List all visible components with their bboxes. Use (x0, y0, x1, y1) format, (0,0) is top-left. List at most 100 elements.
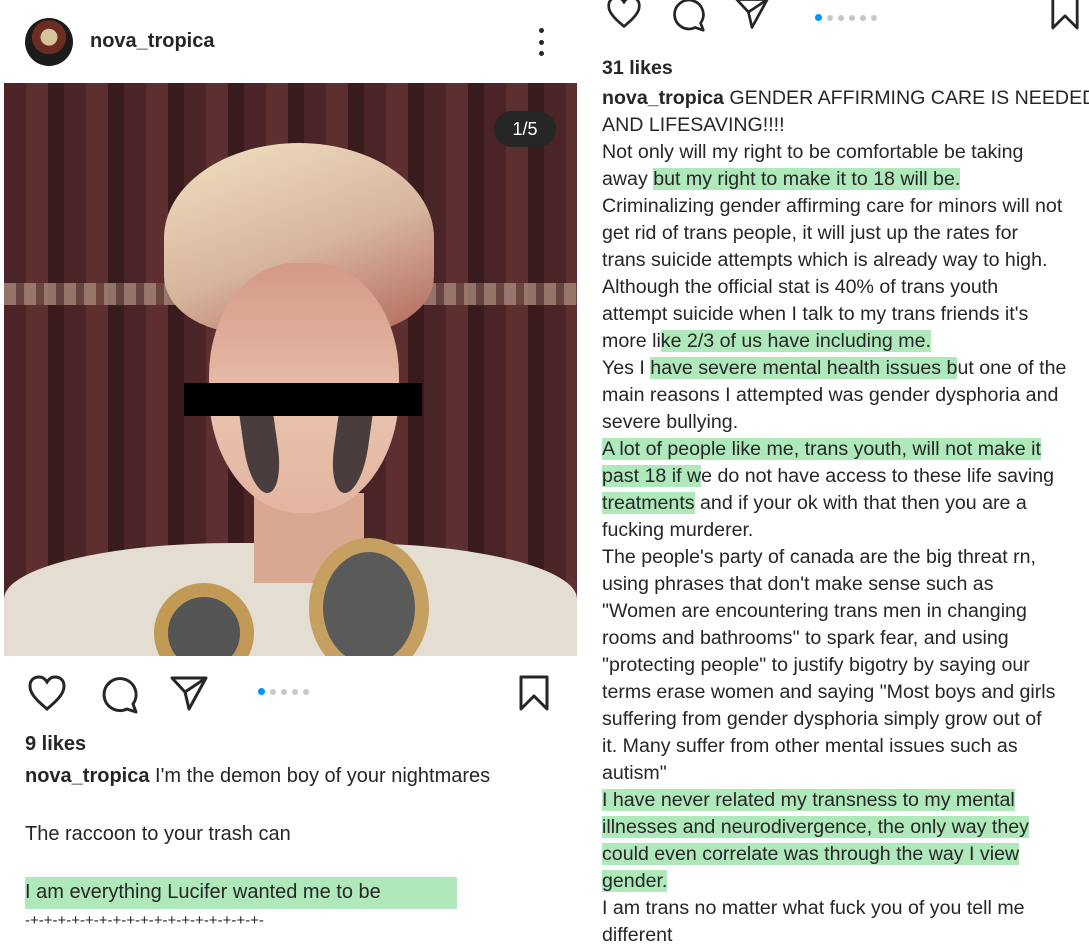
caption-line: away but my right to make it to 18 will … (602, 166, 1084, 193)
share-icon[interactable] (169, 674, 209, 712)
caption-text: it. Many suffer from other mental issues… (602, 735, 1018, 757)
caption-text: AND LIFESAVING!!!! (602, 114, 785, 136)
caption-line: terms erase women and saying "Most boys … (602, 679, 1084, 706)
caption-line: Criminalizing gender affirming care for … (602, 193, 1084, 220)
carousel-dot (827, 14, 833, 21)
caption-text: Not only will my right to be comfortable… (602, 141, 1024, 163)
caption-text: main reasons I attempted was gender dysp… (602, 384, 1059, 406)
comment-icon[interactable] (99, 674, 139, 714)
caption-text: using phrases that don't make sense such… (602, 573, 994, 595)
caption-line: A lot of people like me, trans youth, wi… (602, 436, 1084, 463)
share-icon[interactable] (734, 0, 770, 32)
bookmark-icon[interactable] (518, 674, 550, 712)
caption-line: Not only will my right to be comfortable… (602, 139, 1084, 166)
caption-text: suffering from gender dysphoria simply g… (602, 708, 1042, 730)
highlighted-text: A lot of people like me, trans youth, wi… (602, 438, 1041, 460)
comment-icon[interactable] (670, 0, 706, 34)
caption-line: AND LIFESAVING!!!! (602, 112, 1084, 139)
carousel-dot (871, 14, 877, 21)
heart-icon[interactable] (606, 0, 642, 30)
caption-line: nova_tropica GENDER AFFIRMING CARE IS NE… (602, 85, 1089, 112)
heart-icon[interactable] (27, 674, 67, 712)
caption-text: away (602, 168, 654, 190)
caption-text: Although the official stat is 40% of tra… (602, 276, 999, 298)
caption-text: trans suicide attempts which is already … (602, 249, 1048, 271)
carousel-dot (849, 14, 855, 21)
caption-text: Criminalizing gender affirming care for … (602, 195, 1063, 217)
caption-text: terms erase women and saying "Most boys … (602, 681, 1056, 703)
carousel-dot (281, 688, 287, 695)
caption-text: more li (602, 330, 661, 352)
highlighted-text: I have never related my transness to my … (602, 789, 1015, 811)
caption-text: "Women are encountering trans men in cha… (602, 600, 1027, 622)
highlighted-text: but my right to make it to 18 will be. (653, 168, 961, 190)
caption-text: The people's party of canada are the big… (602, 546, 1036, 568)
caption-username[interactable]: nova_tropica (25, 765, 149, 787)
caption-line: gender. (602, 868, 1084, 895)
highlighted-text: I am everything Lucifer wanted me to be (25, 877, 457, 909)
caption-line: Although the official stat is 40% of tra… (602, 274, 1084, 301)
caption-text: ut one of the (957, 357, 1067, 379)
carousel-dot (815, 14, 822, 21)
caption-text: autism" (602, 762, 667, 784)
highlighted-text: gender. (602, 870, 668, 892)
caption-text: severe bullying. (602, 411, 739, 433)
caption-line: could even correlate was through the way… (602, 841, 1084, 868)
carousel-dot (258, 688, 265, 695)
carousel-dot (292, 688, 298, 695)
caption-line: past 18 if we do not have access to thes… (602, 463, 1084, 490)
post-photo[interactable]: 1/5 (4, 83, 577, 656)
carousel-dot (303, 688, 309, 695)
caption-line-3: I am everything Lucifer wanted me to be (25, 877, 457, 909)
likes-count[interactable]: 9 likes (25, 733, 86, 756)
highlighted-text: ke 2/3 of us have including me. (660, 330, 931, 352)
caption-line: it. Many suffer from other mental issues… (602, 733, 1084, 760)
highlighted-text: illnesses and neurodivergence, the only … (602, 816, 1029, 838)
caption: nova_tropica I'm the demon boy of your n… (25, 765, 490, 788)
likes-count[interactable]: 31 likes (602, 57, 673, 80)
more-options-icon[interactable] (535, 28, 547, 56)
caption-text: and if your ok with that then you are a (694, 492, 1027, 514)
caption-line: I am trans no matter what fuck you of yo… (602, 895, 1084, 922)
carousel-dot (270, 688, 276, 695)
caption-line: illnesses and neurodivergence, the only … (602, 814, 1084, 841)
caption-line: using phrases that don't make sense such… (602, 571, 1084, 598)
avatar[interactable] (25, 18, 73, 66)
caption-line: get rid of trans people, it will just up… (602, 220, 1084, 247)
highlighted-text: treatments (602, 492, 695, 514)
censor-bar (184, 383, 422, 416)
caption-line: "protecting people" to justify bigotry b… (602, 652, 1084, 679)
caption-text: e do not have access to these life savin… (701, 465, 1055, 487)
caption-line-4: -+-+-+-+-+-+-+-+-+-+-+-+-+-+-+-+-+- (25, 912, 264, 929)
image-counter-badge: 1/5 (494, 111, 556, 147)
caption-line: different (602, 922, 1084, 949)
caption-line: treatments and if your ok with that then… (602, 490, 1084, 517)
carousel-dot (838, 14, 844, 21)
caption-text: fucking murderer. (602, 519, 754, 541)
caption-text: Yes I (602, 357, 651, 379)
caption-line: I have never related my transness to my … (602, 787, 1084, 814)
caption-line: Yes I have severe mental health issues b… (602, 355, 1084, 382)
caption-line: suffering from gender dysphoria simply g… (602, 706, 1084, 733)
right-post: 31 likes nova_tropica GENDER AFFIRMING C… (590, 0, 1089, 946)
caption-text: GENDER AFFIRMING CARE IS NEEDED (723, 87, 1089, 109)
bookmark-icon[interactable] (1050, 0, 1080, 32)
caption-line-2: The raccoon to your trash can (25, 823, 291, 845)
caption-line: more like 2/3 of us have including me. (602, 328, 1084, 355)
caption-text: get rid of trans people, it will just up… (602, 222, 1019, 244)
post-username[interactable]: nova_tropica (90, 30, 214, 53)
caption-line: The people's party of canada are the big… (602, 544, 1084, 571)
highlighted-text: could even correlate was through the way… (602, 843, 1020, 865)
caption-line: autism" (602, 760, 1084, 787)
carousel-dots (815, 14, 877, 21)
carousel-dots (258, 688, 309, 695)
caption-username[interactable]: nova_tropica (602, 87, 724, 109)
caption-text: I am trans no matter what fuck you of yo… (602, 897, 1025, 919)
caption-line: trans suicide attempts which is already … (602, 247, 1084, 274)
caption-line: attempt suicide when I talk to my trans … (602, 301, 1084, 328)
caption-text: different (602, 924, 673, 946)
left-post: nova_tropica 1/5 9 likes nova_tropica I'… (0, 0, 585, 944)
highlighted-text: past 18 if w (602, 465, 702, 487)
highlighted-text: have severe mental health issues b (650, 357, 958, 379)
caption-body: nova_tropica GENDER AFFIRMING CARE IS NE… (602, 85, 1089, 949)
